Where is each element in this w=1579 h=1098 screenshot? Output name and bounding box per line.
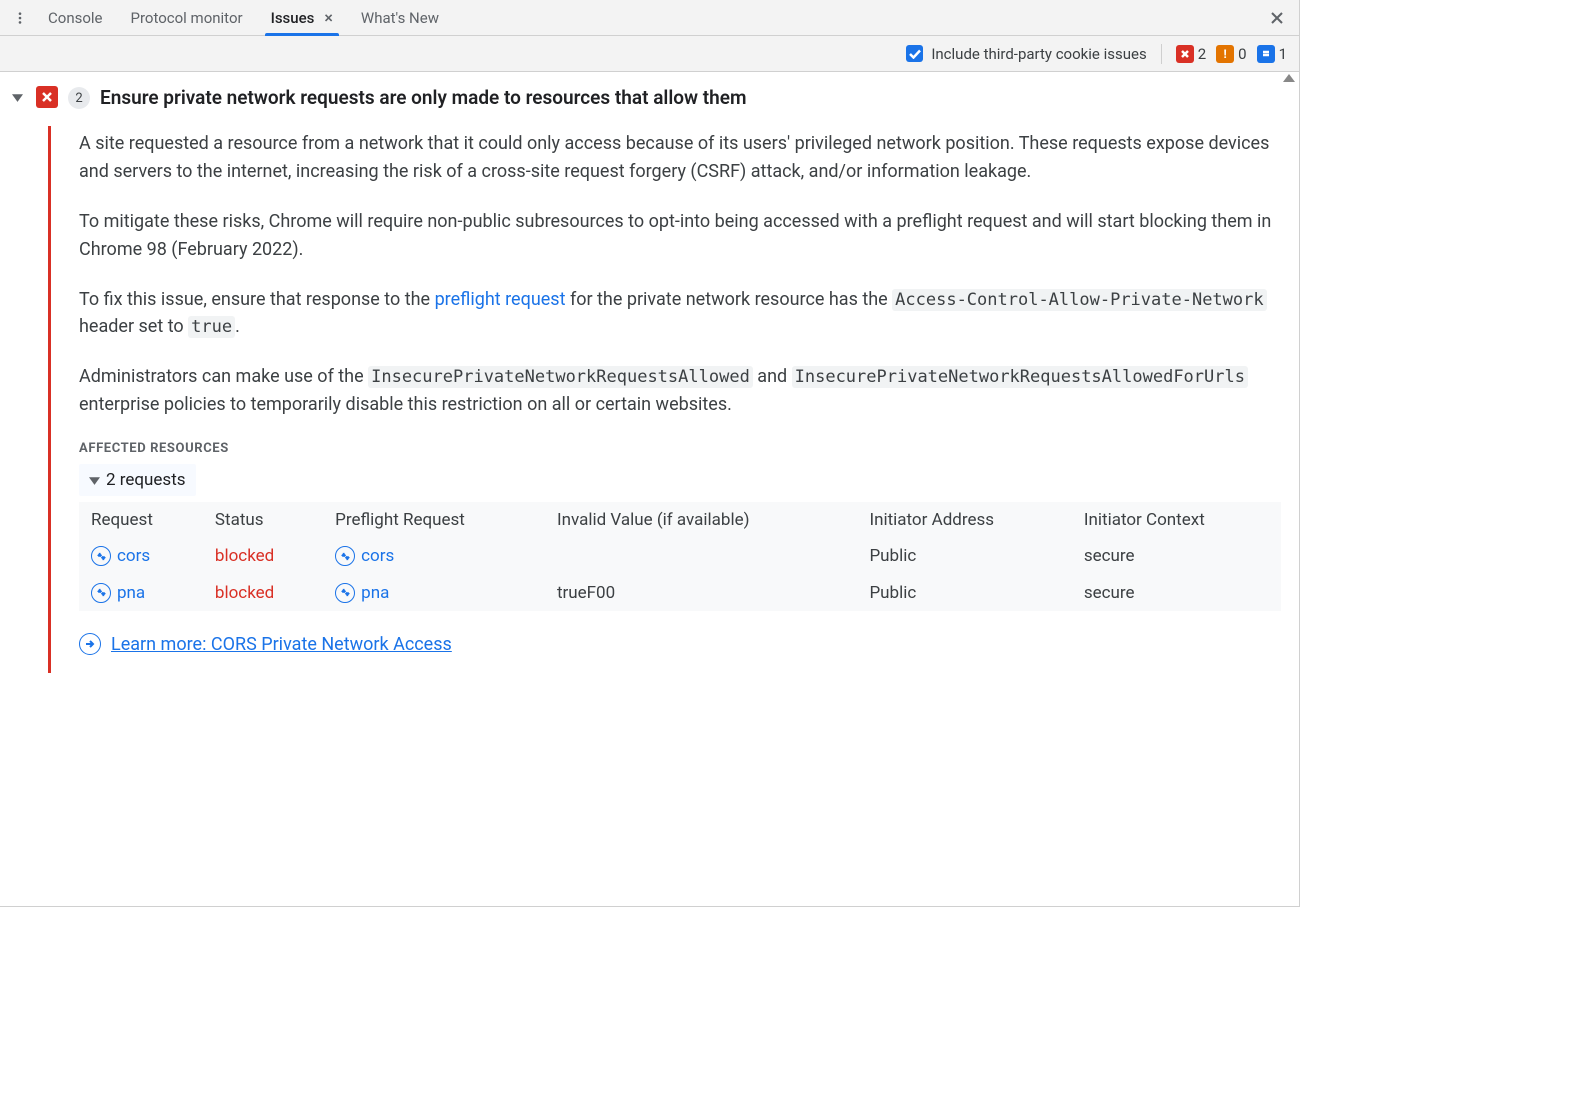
col-status: Status bbox=[203, 502, 323, 538]
issue-header-row[interactable]: 2 Ensure private network requests are on… bbox=[12, 86, 1281, 110]
tab-protocol-monitor[interactable]: Protocol monitor bbox=[117, 0, 257, 35]
chevron-down-icon[interactable] bbox=[12, 86, 26, 110]
preflight-link[interactable]: cors bbox=[335, 546, 394, 566]
info-count: 1 bbox=[1279, 45, 1287, 63]
cell-invalid: trueF00 bbox=[545, 575, 858, 612]
preflight-link[interactable]: pna bbox=[335, 583, 389, 603]
scroll-up-icon[interactable] bbox=[1283, 74, 1295, 82]
issue-title: Ensure private network requests are only… bbox=[100, 86, 747, 110]
col-init-addr: Initiator Address bbox=[857, 502, 1071, 538]
code-policy: InsecurePrivateNetworkRequestsAllowedFor… bbox=[792, 366, 1248, 388]
issues-content: 2 Ensure private network requests are on… bbox=[0, 72, 1299, 906]
learn-more-link[interactable]: Learn more: CORS Private Network Access bbox=[111, 634, 452, 655]
col-init-ctx: Initiator Context bbox=[1072, 502, 1281, 538]
request-icon bbox=[335, 583, 355, 603]
learn-more-row: Learn more: CORS Private Network Access bbox=[79, 633, 1281, 655]
code-header-value: true bbox=[188, 316, 235, 338]
issue-paragraph: To fix this issue, ensure that response … bbox=[79, 286, 1281, 342]
preflight-request-link[interactable]: preflight request bbox=[435, 289, 566, 310]
col-preflight: Preflight Request bbox=[323, 502, 545, 538]
checkbox-checked-icon bbox=[906, 45, 923, 62]
code-header-name: Access-Control-Allow-Private-Network bbox=[892, 289, 1266, 311]
tab-label: Console bbox=[48, 9, 103, 27]
issue-paragraph: To mitigate these risks, Chrome will req… bbox=[79, 208, 1281, 264]
cell-initiator-addr: Public bbox=[857, 575, 1071, 612]
affected-resources-heading: AFFECTED RESOURCES bbox=[79, 441, 1281, 456]
warning-badge[interactable]: ! 0 bbox=[1216, 45, 1246, 63]
error-icon bbox=[1176, 45, 1194, 63]
cell-initiator-addr: Public bbox=[857, 538, 1071, 575]
more-menu-icon[interactable] bbox=[6, 0, 34, 35]
close-icon[interactable]: × bbox=[324, 8, 333, 27]
cell-status: blocked bbox=[203, 538, 323, 575]
tab-issues[interactable]: Issues × bbox=[257, 0, 347, 35]
arrow-right-circle-icon bbox=[79, 633, 101, 655]
col-request: Request bbox=[79, 502, 203, 538]
table-row: pna blocked pna trueF00 Public secu bbox=[79, 575, 1281, 612]
requests-disclosure[interactable]: 2 requests bbox=[79, 464, 196, 496]
cell-status: blocked bbox=[203, 575, 323, 612]
warning-count: 0 bbox=[1238, 45, 1246, 63]
include-third-party-checkbox[interactable]: Include third-party cookie issues bbox=[906, 45, 1146, 63]
tab-whats-new[interactable]: What's New bbox=[347, 0, 453, 35]
devtools-issues-panel: Console Protocol monitor Issues × What's… bbox=[0, 0, 1300, 907]
tabbar: Console Protocol monitor Issues × What's… bbox=[0, 0, 1299, 36]
error-count: 2 bbox=[1198, 45, 1206, 63]
request-link[interactable]: cors bbox=[91, 546, 150, 566]
col-invalid: Invalid Value (if available) bbox=[545, 502, 858, 538]
issue-paragraph: A site requested a resource from a netwo… bbox=[79, 130, 1281, 186]
info-badge[interactable]: 1 bbox=[1257, 45, 1287, 63]
issue-count-badge: 2 bbox=[68, 87, 90, 109]
cell-initiator-ctx: secure bbox=[1072, 538, 1281, 575]
request-icon bbox=[91, 546, 111, 566]
cell-invalid bbox=[545, 538, 858, 575]
issue-severity-error-icon bbox=[36, 86, 58, 108]
warning-icon: ! bbox=[1216, 45, 1234, 63]
toolbar-separator bbox=[1161, 44, 1162, 64]
code-policy: InsecurePrivateNetworkRequestsAllowed bbox=[368, 366, 753, 388]
table-header-row: Request Status Preflight Request Invalid… bbox=[79, 502, 1281, 538]
tab-label: Issues bbox=[271, 9, 315, 27]
tab-console[interactable]: Console bbox=[34, 0, 117, 35]
tab-label: Protocol monitor bbox=[131, 9, 243, 27]
request-link[interactable]: pna bbox=[91, 583, 145, 603]
tab-label: What's New bbox=[361, 9, 439, 27]
issues-toolbar: Include third-party cookie issues 2 ! 0 … bbox=[0, 36, 1299, 72]
issue-paragraph: Administrators can make use of the Insec… bbox=[79, 363, 1281, 419]
affected-requests-table: Request Status Preflight Request Invalid… bbox=[79, 502, 1281, 611]
cell-initiator-ctx: secure bbox=[1072, 575, 1281, 612]
request-icon bbox=[335, 546, 355, 566]
checkbox-label: Include third-party cookie issues bbox=[931, 45, 1146, 63]
close-panel-icon[interactable] bbox=[1265, 6, 1289, 30]
info-icon bbox=[1257, 45, 1275, 63]
requests-summary: 2 requests bbox=[106, 470, 186, 490]
issue-severity-badges: 2 ! 0 1 bbox=[1176, 45, 1287, 63]
tabs: Console Protocol monitor Issues × What's… bbox=[34, 0, 453, 35]
issue-body: A site requested a resource from a netwo… bbox=[48, 126, 1281, 673]
table-row: cors blocked cors Public secure bbox=[79, 538, 1281, 575]
chevron-down-icon bbox=[89, 475, 100, 486]
error-badge[interactable]: 2 bbox=[1176, 45, 1206, 63]
request-icon bbox=[91, 583, 111, 603]
